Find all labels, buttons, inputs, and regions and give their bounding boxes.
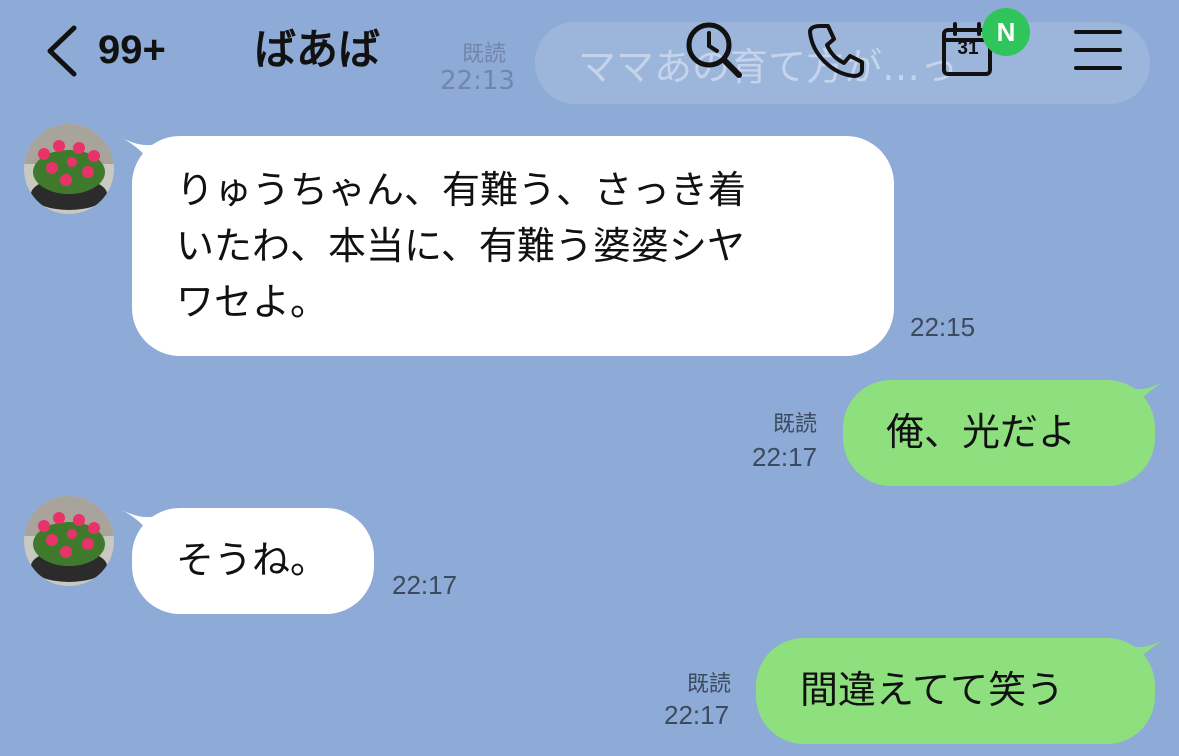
message-time: 22:17 [392,570,458,600]
unread-count[interactable]: 99+ [98,22,166,78]
bubble-tail [1130,640,1164,670]
background-preview-read: 既読 [462,42,507,67]
message-text: 間違えてて笑う [800,668,1065,712]
message-time: 22:17 [664,700,730,730]
background-preview-text: ママあの育て方が…っ [578,45,959,89]
bubble-tail [1130,382,1164,412]
message-time: 22:17 [752,442,818,472]
background-preview-time: 22:13 [440,66,515,96]
read-receipt: 既読 [773,412,818,437]
new-badge: N [982,8,1030,56]
message-text-line: いたわ、本当に、有難う婆婆シヤ [176,224,745,268]
message-text: 俺、光だよ [886,410,1077,454]
message-time: 22:15 [910,312,976,342]
message-text-line: ワセよ。 [176,280,329,324]
message-text: そうね。 [176,538,329,582]
search-icon[interactable] [684,20,744,80]
calendar-day-number: 31 [957,38,979,59]
message-text-line: りゅうちゃん、有難う、さっき着 [176,168,747,212]
phone-icon[interactable] [806,20,866,80]
menu-icon[interactable] [1070,20,1130,80]
avatar[interactable] [24,124,114,214]
back-chevron-icon[interactable] [40,22,84,80]
avatar[interactable] [24,496,114,586]
chat-title[interactable]: ばあば [254,22,380,78]
chat-header: 既読 22:13 ママあの育て方が…っ 99+ ばあば 31 N [0,0,1179,104]
read-receipt: 既読 [687,672,732,697]
